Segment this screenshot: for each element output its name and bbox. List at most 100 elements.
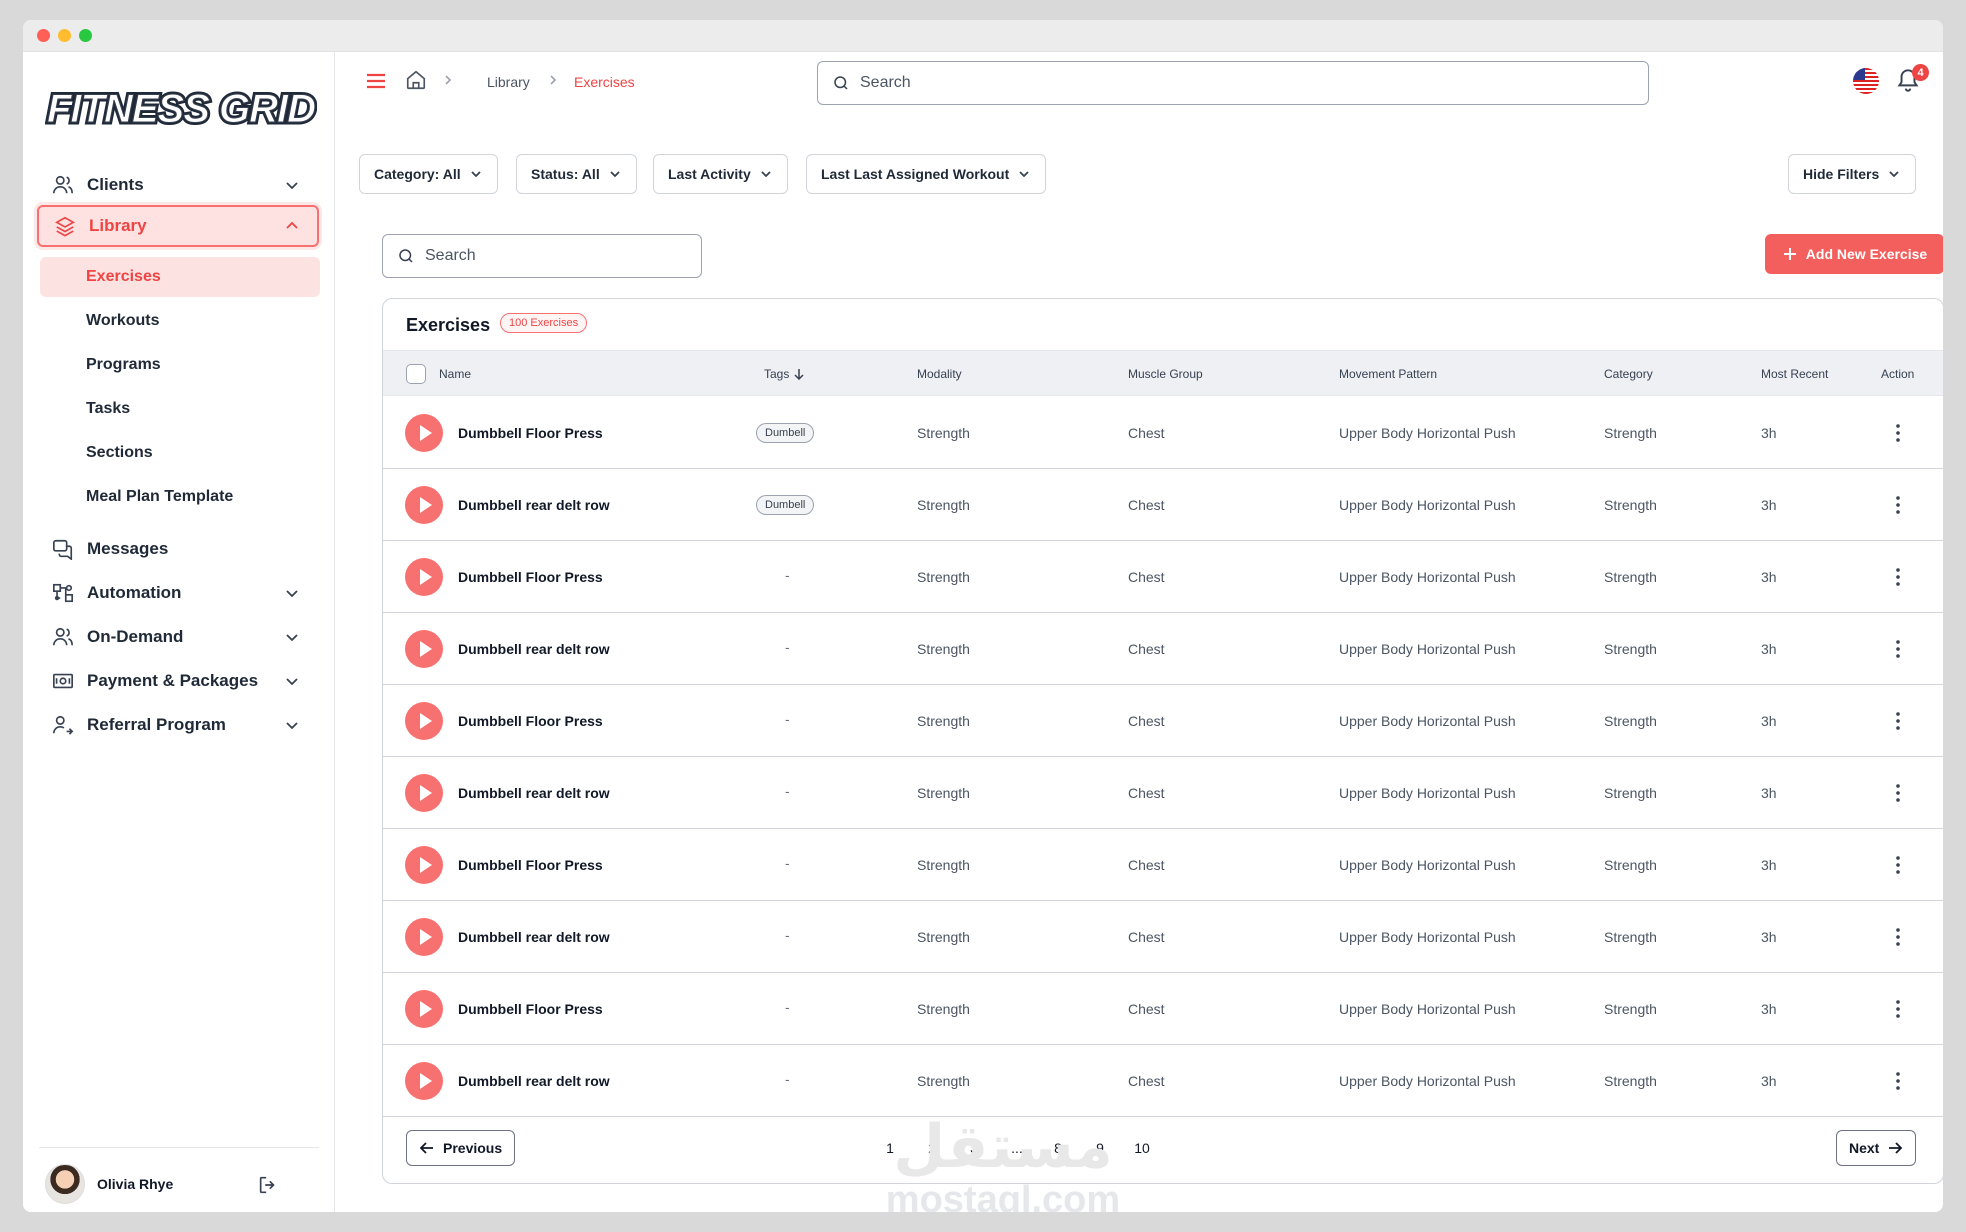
sidebar-item-messages[interactable]: Messages <box>37 528 319 570</box>
sidebar-subitem-meal-plan-template[interactable]: Meal Plan Template <box>40 477 320 517</box>
column-header-modality[interactable]: Modality <box>917 367 962 381</box>
global-search-input[interactable]: Search <box>817 61 1649 105</box>
chevron-down-icon[interactable] <box>283 176 301 194</box>
tag-badge[interactable]: Dumbell <box>756 423 815 443</box>
play-icon[interactable] <box>405 1062 443 1100</box>
sidebar-subitem-programs[interactable]: Programs <box>40 345 320 385</box>
sidebar-subitem-workouts[interactable]: Workouts <box>40 301 320 341</box>
table-row[interactable]: Dumbbell rear delt row - Strength Chest … <box>383 901 1943 973</box>
chevron-down-icon[interactable] <box>283 716 301 734</box>
filter-category[interactable]: Category: All <box>359 154 498 194</box>
exercise-name[interactable]: Dumbbell Floor Press <box>458 569 603 585</box>
more-vertical-icon[interactable] <box>1895 925 1901 949</box>
sidebar-item-library[interactable]: Library <box>37 205 319 247</box>
play-icon[interactable] <box>405 702 443 740</box>
column-header-most-recent[interactable]: Most Recent <box>1761 367 1828 381</box>
more-vertical-icon[interactable] <box>1895 781 1901 805</box>
exercise-name[interactable]: Dumbbell rear delt row <box>458 1073 610 1089</box>
exercise-search-input[interactable]: Search <box>382 234 702 278</box>
column-header-name[interactable]: Name <box>439 367 471 381</box>
hide-filters-button[interactable]: Hide Filters <box>1788 154 1917 194</box>
more-vertical-icon[interactable] <box>1895 637 1901 661</box>
exercise-name[interactable]: Dumbbell rear delt row <box>458 785 610 801</box>
select-all-checkbox[interactable] <box>406 364 426 384</box>
maximize-window-button[interactable] <box>79 29 92 42</box>
more-vertical-icon[interactable] <box>1895 997 1901 1021</box>
close-window-button[interactable] <box>37 29 50 42</box>
sidebar-item-on-demand[interactable]: On-Demand <box>37 616 319 658</box>
sidebar-subitem-exercises[interactable]: Exercises <box>40 257 320 297</box>
play-icon[interactable] <box>405 990 443 1028</box>
sidebar-item-clients[interactable]: Clients <box>37 164 319 206</box>
column-header-category[interactable]: Category <box>1604 367 1653 381</box>
next-page-button[interactable]: Next <box>1836 1130 1917 1166</box>
more-vertical-icon[interactable] <box>1895 709 1901 733</box>
column-header-muscle-group[interactable]: Muscle Group <box>1128 367 1203 381</box>
exercise-name[interactable]: Dumbbell rear delt row <box>458 497 610 513</box>
previous-page-button[interactable]: Previous <box>406 1130 516 1166</box>
chevron-down-icon[interactable] <box>283 584 301 602</box>
breadcrumb-exercises[interactable]: Exercises <box>574 74 635 90</box>
fitness-grid-logo[interactable]: FITNESS GRID FITNESS GRID <box>45 82 317 134</box>
table-row[interactable]: Dumbbell Floor Press - Strength Chest Up… <box>383 829 1943 901</box>
play-icon[interactable] <box>405 774 443 812</box>
more-vertical-icon[interactable] <box>1895 493 1901 517</box>
add-new-exercise-button[interactable]: Add New Exercise <box>1765 234 1943 274</box>
column-header-tags[interactable]: Tags <box>764 367 805 381</box>
chevron-down-icon[interactable] <box>283 672 301 690</box>
more-vertical-icon[interactable] <box>1895 421 1901 445</box>
more-vertical-icon[interactable] <box>1895 1069 1901 1093</box>
exercise-name[interactable]: Dumbbell rear delt row <box>458 929 610 945</box>
chevron-up-icon[interactable] <box>283 217 301 235</box>
breadcrumb-library[interactable]: Library <box>487 74 530 90</box>
menu-icon[interactable] <box>365 70 387 92</box>
us-flag-icon[interactable] <box>1853 68 1879 94</box>
filter-status[interactable]: Status: All <box>516 154 637 194</box>
table-row[interactable]: Dumbbell rear delt row - Strength Chest … <box>383 1045 1943 1117</box>
page-number[interactable]: 10 <box>1127 1140 1157 1156</box>
play-icon[interactable] <box>405 414 443 452</box>
play-icon[interactable] <box>405 846 443 884</box>
play-icon[interactable] <box>405 558 443 596</box>
sidebar-item-payment-packages[interactable]: Payment & Packages <box>37 660 319 702</box>
table-row[interactable]: Dumbbell Floor Press Dumbell Strength Ch… <box>383 397 1943 469</box>
logout-icon[interactable] <box>257 1174 279 1196</box>
table-row[interactable]: Dumbbell rear delt row - Strength Chest … <box>383 757 1943 829</box>
more-vertical-icon[interactable] <box>1895 565 1901 589</box>
exercise-name[interactable]: Dumbbell rear delt row <box>458 641 610 657</box>
column-header-movement-pattern[interactable]: Movement Pattern <box>1339 367 1437 381</box>
page-number[interactable]: 3 <box>959 1140 989 1156</box>
exercise-name[interactable]: Dumbbell Floor Press <box>458 425 603 441</box>
table-row[interactable]: Dumbbell Floor Press - Strength Chest Up… <box>383 541 1943 613</box>
exercise-name[interactable]: Dumbbell Floor Press <box>458 857 603 873</box>
chevron-down-icon[interactable] <box>283 628 301 646</box>
avatar[interactable] <box>45 1164 85 1204</box>
table-row[interactable]: Dumbbell rear delt row - Strength Chest … <box>383 613 1943 685</box>
movement-pattern-cell: Upper Body Horizontal Push <box>1339 425 1516 441</box>
movement-pattern-cell: Upper Body Horizontal Push <box>1339 641 1516 657</box>
table-row[interactable]: Dumbbell rear delt row Dumbell Strength … <box>383 469 1943 541</box>
exercise-name[interactable]: Dumbbell Floor Press <box>458 713 603 729</box>
table-row[interactable]: Dumbbell Floor Press - Strength Chest Up… <box>383 973 1943 1045</box>
tag-badge[interactable]: Dumbell <box>756 495 815 515</box>
page-number[interactable]: 2 <box>917 1140 947 1156</box>
filter-last-activity[interactable]: Last Activity <box>653 154 788 194</box>
play-icon[interactable] <box>405 486 443 524</box>
play-icon[interactable] <box>405 918 443 956</box>
exercise-name[interactable]: Dumbbell Floor Press <box>458 1001 603 1017</box>
sidebar-item-referral-program[interactable]: Referral Program <box>37 704 319 746</box>
page-number[interactable]: 1 <box>875 1140 905 1156</box>
sidebar-subitem-tasks[interactable]: Tasks <box>40 389 320 429</box>
minimize-window-button[interactable] <box>58 29 71 42</box>
more-vertical-icon[interactable] <box>1895 853 1901 877</box>
play-icon[interactable] <box>405 630 443 668</box>
table-row[interactable]: Dumbbell Floor Press - Strength Chest Up… <box>383 685 1943 757</box>
sidebar-item-automation[interactable]: Automation <box>37 572 319 614</box>
page-number[interactable]: 9 <box>1085 1140 1115 1156</box>
sidebar-subitem-sections[interactable]: Sections <box>40 433 320 473</box>
home-icon[interactable] <box>405 69 427 91</box>
user-profile[interactable]: Olivia Rhye <box>45 1164 173 1204</box>
filter-last-assigned-workout[interactable]: Last Last Assigned Workout <box>806 154 1047 194</box>
page-number[interactable]: 8 <box>1043 1140 1073 1156</box>
modality-cell: Strength <box>917 497 970 513</box>
